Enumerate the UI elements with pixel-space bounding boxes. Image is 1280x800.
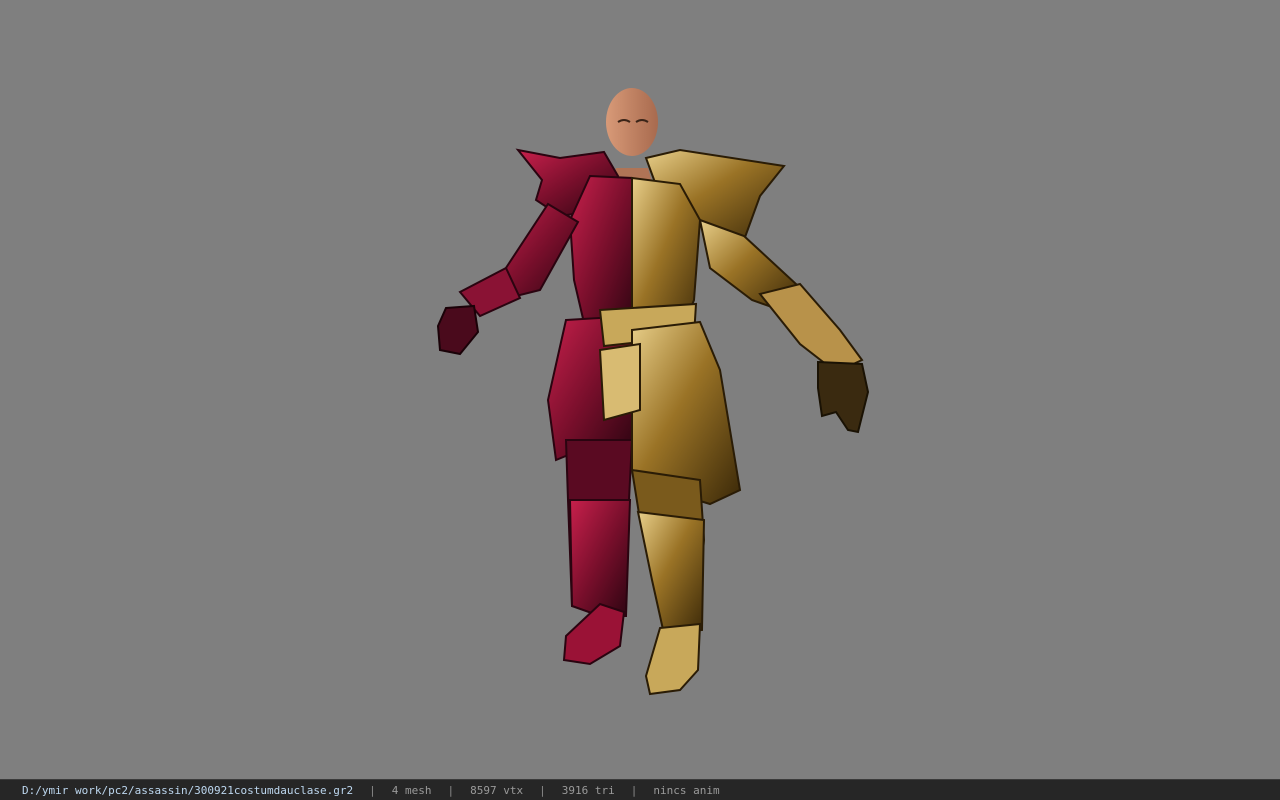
vertex-count: 8597 vtx <box>470 783 524 797</box>
separator: | <box>447 783 455 797</box>
3d-viewport[interactable] <box>0 0 1280 779</box>
triangle-count: 3916 tri <box>561 783 615 797</box>
character-model[interactable] <box>0 0 1280 779</box>
separator: | <box>630 783 638 797</box>
status-bar: D:/ymir work/pc2/assassin/300921costumda… <box>0 779 1280 800</box>
mesh-count: 4 mesh <box>391 783 432 797</box>
separator: | <box>369 783 376 797</box>
separator: | <box>539 783 546 797</box>
file-path: D:/ymir work/pc2/assassin/300921costumda… <box>22 783 354 797</box>
anim-status: nincs anim <box>653 783 720 797</box>
model-gold-armor <box>598 148 870 696</box>
